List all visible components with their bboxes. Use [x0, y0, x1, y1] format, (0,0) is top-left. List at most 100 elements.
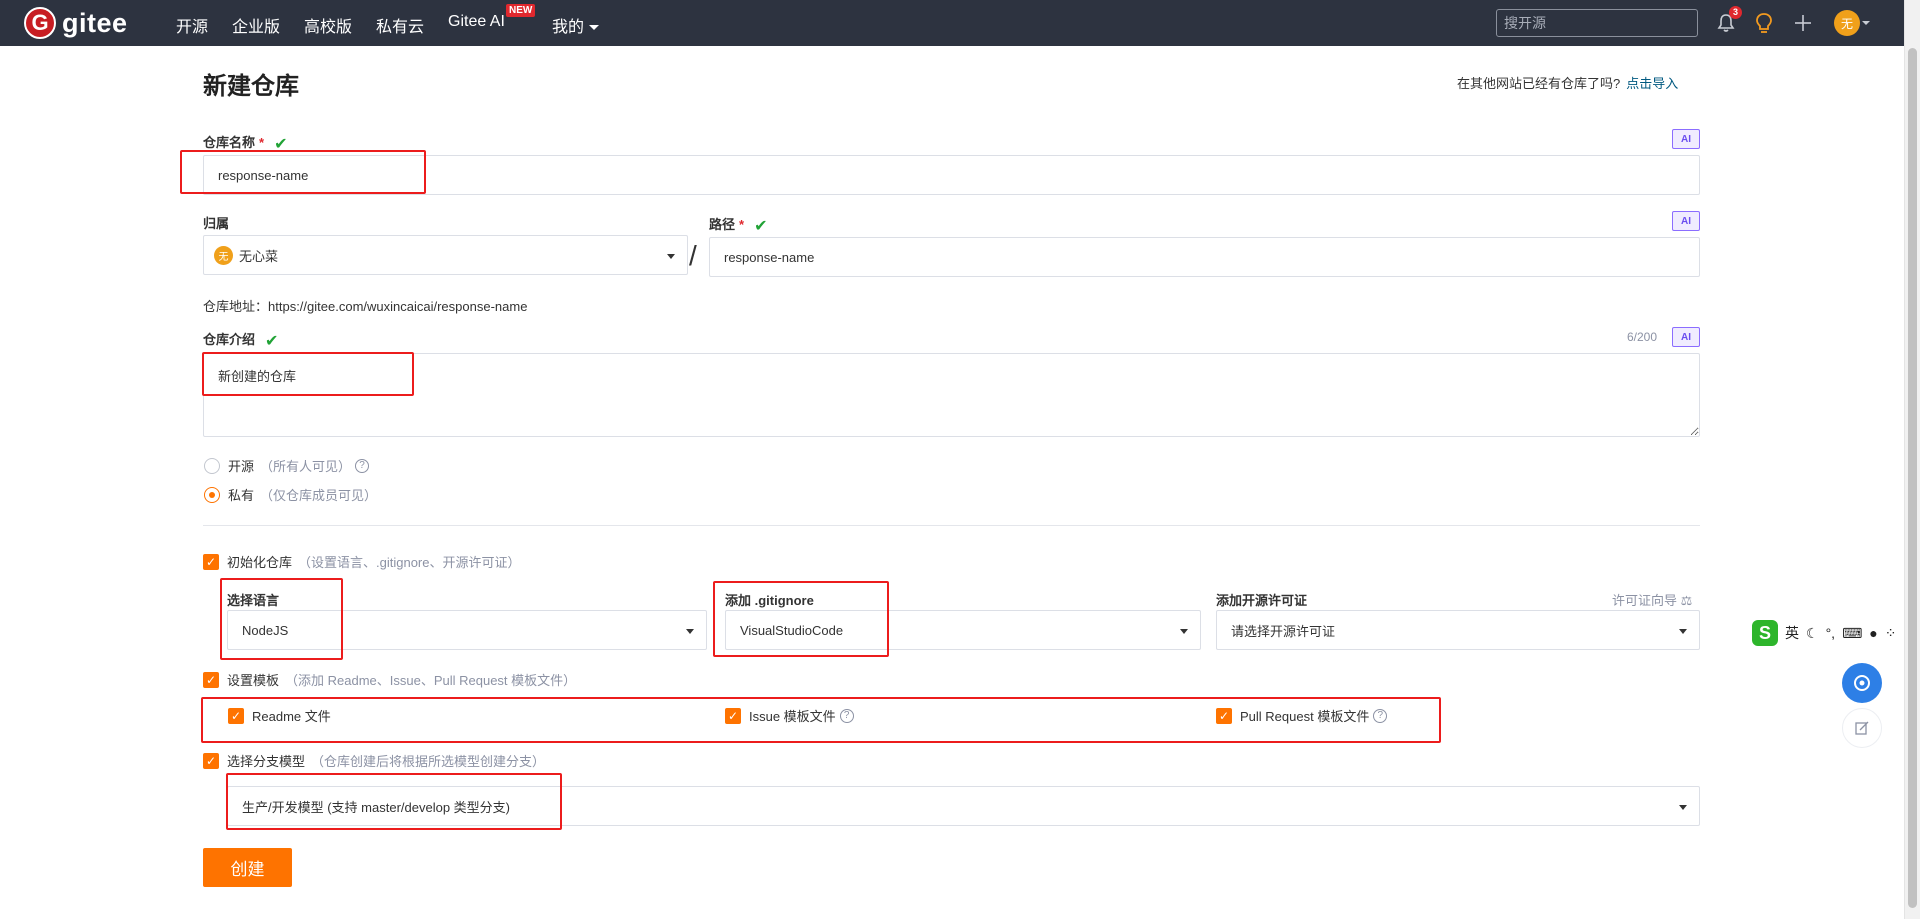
repo-address: 仓库地址：https://gitee.com/wuxincaicai/respo… — [203, 296, 527, 315]
check-icon: ✔ — [265, 332, 279, 350]
scrollbar-thumb[interactable] — [1908, 48, 1917, 908]
checkbox-checked[interactable]: ✓ — [203, 553, 219, 570]
chevron-down-icon — [1679, 805, 1687, 810]
help-icon[interactable]: ? — [839, 708, 854, 723]
scale-icon: ⚖ — [1680, 593, 1693, 608]
path-separator: / — [689, 240, 697, 271]
user-icon[interactable]: ● — [1869, 625, 1877, 641]
branch-model-select-value: 生产/开发模型 (支持 master/develop 类型分支) — [242, 799, 510, 815]
issue-template-option[interactable]: ✓ Issue 模板文件 ? — [725, 706, 854, 725]
license-guide-text: 许可证向导 — [1612, 593, 1678, 608]
visibility-private-label: 私有 — [228, 488, 255, 503]
create-button[interactable]: 创建 — [203, 848, 292, 887]
notification-count-badge: 3 — [1729, 6, 1742, 19]
import-prompt: 在其他网站已经有仓库了吗? 点击导入 — [1457, 73, 1678, 92]
keyboard-icon[interactable]: ⌨ — [1842, 625, 1862, 642]
page-scrollbar[interactable] — [1904, 0, 1920, 919]
license-select[interactable]: 请选择开源许可证 — [1216, 610, 1700, 650]
owner-select[interactable]: 无 无心菜 — [203, 235, 688, 275]
language-select[interactable]: NodeJS — [227, 610, 707, 650]
ai-assist-button[interactable]: AI — [1672, 327, 1700, 347]
visibility-private-option[interactable]: 私有 （仅仓库成员可见） — [204, 485, 377, 504]
checkbox-checked[interactable]: ✓ — [725, 707, 741, 724]
repo-name-label-text: 仓库名称 — [203, 135, 256, 150]
ime-mode-toggle[interactable]: 英 — [1785, 623, 1799, 643]
radio-button[interactable] — [204, 486, 220, 503]
gitee-logo[interactable]: G gitee — [24, 7, 128, 39]
nav-link-mine[interactable]: 我的 — [552, 13, 600, 37]
repo-name-input[interactable] — [203, 155, 1700, 195]
visibility-public-label: 开源 — [228, 459, 255, 474]
pr-template-label: Pull Request 模板文件 — [1240, 709, 1370, 724]
check-icon: ✔ — [754, 217, 768, 235]
required-mark: * — [259, 135, 265, 150]
nav-link-private-cloud[interactable]: 私有云 — [376, 13, 424, 37]
grid-icon[interactable]: ⁘ — [1885, 625, 1897, 642]
notification-button[interactable]: 3 — [1713, 6, 1742, 36]
pr-template-option[interactable]: ✓ Pull Request 模板文件 ? — [1216, 706, 1388, 725]
templates-option[interactable]: ✓ 设置模板 （添加 Readme、Issue、Pull Request 模板文… — [203, 670, 576, 689]
ime-toolbar[interactable]: S 英 ☾ °, ⌨ ● ⁘ — [1752, 619, 1897, 647]
help-icon[interactable]: ? — [355, 458, 370, 473]
sogou-ime-logo[interactable]: S — [1752, 620, 1778, 646]
user-avatar[interactable]: 无 — [1834, 10, 1860, 36]
nav-link-education[interactable]: 高校版 — [304, 13, 352, 37]
repo-address-label: 仓库地址： — [203, 299, 269, 314]
branch-model-option[interactable]: ✓ 选择分支模型 （仓库创建后将根据所选模型创建分支） — [203, 751, 545, 770]
description-label-text: 仓库介绍 — [203, 332, 256, 347]
chevron-down-icon — [1180, 629, 1188, 634]
checkbox-checked[interactable]: ✓ — [203, 752, 219, 769]
checkbox-checked[interactable]: ✓ — [1216, 707, 1232, 724]
issue-template-label: Issue 模板文件 — [749, 709, 836, 724]
moon-icon[interactable]: ☾ — [1806, 625, 1819, 642]
description-label: 仓库介绍 ✔ — [203, 329, 278, 351]
punctuation-icon[interactable]: °, — [1826, 625, 1836, 641]
visibility-private-hint: （仅仓库成员可见） — [260, 488, 378, 503]
nav-link-enterprise[interactable]: 企业版 — [232, 13, 280, 37]
gitignore-select[interactable]: VisualStudioCode — [725, 610, 1201, 650]
nav-link-opensource[interactable]: 开源 — [176, 13, 208, 37]
templates-label: 设置模板 — [227, 673, 280, 688]
ai-assist-button[interactable]: AI — [1672, 211, 1700, 231]
branch-model-hint: （仓库创建后将根据所选模型创建分支） — [311, 754, 546, 769]
description-char-counter: 6/200 — [1627, 330, 1658, 344]
gitee-logo-mark: G — [24, 7, 56, 39]
branch-model-select[interactable]: 生产/开发模型 (支持 master/develop 类型分支) — [227, 786, 1700, 826]
license-guide-link[interactable]: 许可证向导 ⚖ — [1612, 590, 1692, 609]
create-new-button[interactable] — [1790, 10, 1816, 36]
import-prompt-text: 在其他网站已经有仓库了吗? — [1457, 76, 1621, 91]
new-badge: NEW — [506, 4, 536, 17]
checkbox-checked[interactable]: ✓ — [203, 671, 219, 688]
import-link[interactable]: 点击导入 — [1626, 76, 1678, 91]
gitignore-label: 添加 .gitignore — [725, 593, 814, 608]
templates-hint: （添加 Readme、Issue、Pull Request 模板文件） — [285, 673, 577, 688]
language-label: 选择语言 — [227, 593, 280, 608]
init-repo-hint: （设置语言、.gitignore、开源许可证） — [298, 555, 521, 570]
idea-button[interactable] — [1751, 10, 1777, 36]
license-label: 添加开源许可证 — [1216, 593, 1308, 608]
required-mark: * — [739, 217, 745, 232]
help-icon[interactable]: ? — [1373, 708, 1388, 723]
search-input[interactable] — [1496, 9, 1698, 37]
divider — [203, 525, 1700, 526]
init-repo-option[interactable]: ✓ 初始化仓库 （设置语言、.gitignore、开源许可证） — [203, 552, 521, 571]
plus-icon — [1795, 15, 1811, 31]
path-label-text: 路径 — [709, 217, 736, 232]
radio-button[interactable] — [204, 457, 220, 474]
visibility-public-option[interactable]: 开源 （所有人可见） ? — [204, 456, 370, 475]
readme-template-option[interactable]: ✓ Readme 文件 — [228, 706, 331, 725]
user-menu-chevron-icon[interactable] — [1862, 21, 1870, 25]
init-repo-label: 初始化仓库 — [227, 555, 293, 570]
feedback-float-button[interactable] — [1842, 708, 1882, 748]
gitignore-select-value: VisualStudioCode — [740, 622, 844, 638]
assistant-float-button[interactable] — [1842, 663, 1882, 703]
readme-template-label: Readme 文件 — [252, 709, 331, 724]
nav-link-gitee-ai[interactable]: Gitee AI — [448, 13, 505, 31]
owner-label: 归属 — [203, 216, 230, 231]
check-icon: ✔ — [274, 135, 288, 153]
path-input[interactable] — [709, 237, 1700, 277]
description-textarea[interactable]: 新创建的仓库 — [203, 353, 1700, 437]
checkbox-checked[interactable]: ✓ — [228, 707, 244, 724]
owner-select-value: 无心菜 — [239, 248, 279, 264]
ai-assist-button[interactable]: AI — [1672, 129, 1700, 149]
